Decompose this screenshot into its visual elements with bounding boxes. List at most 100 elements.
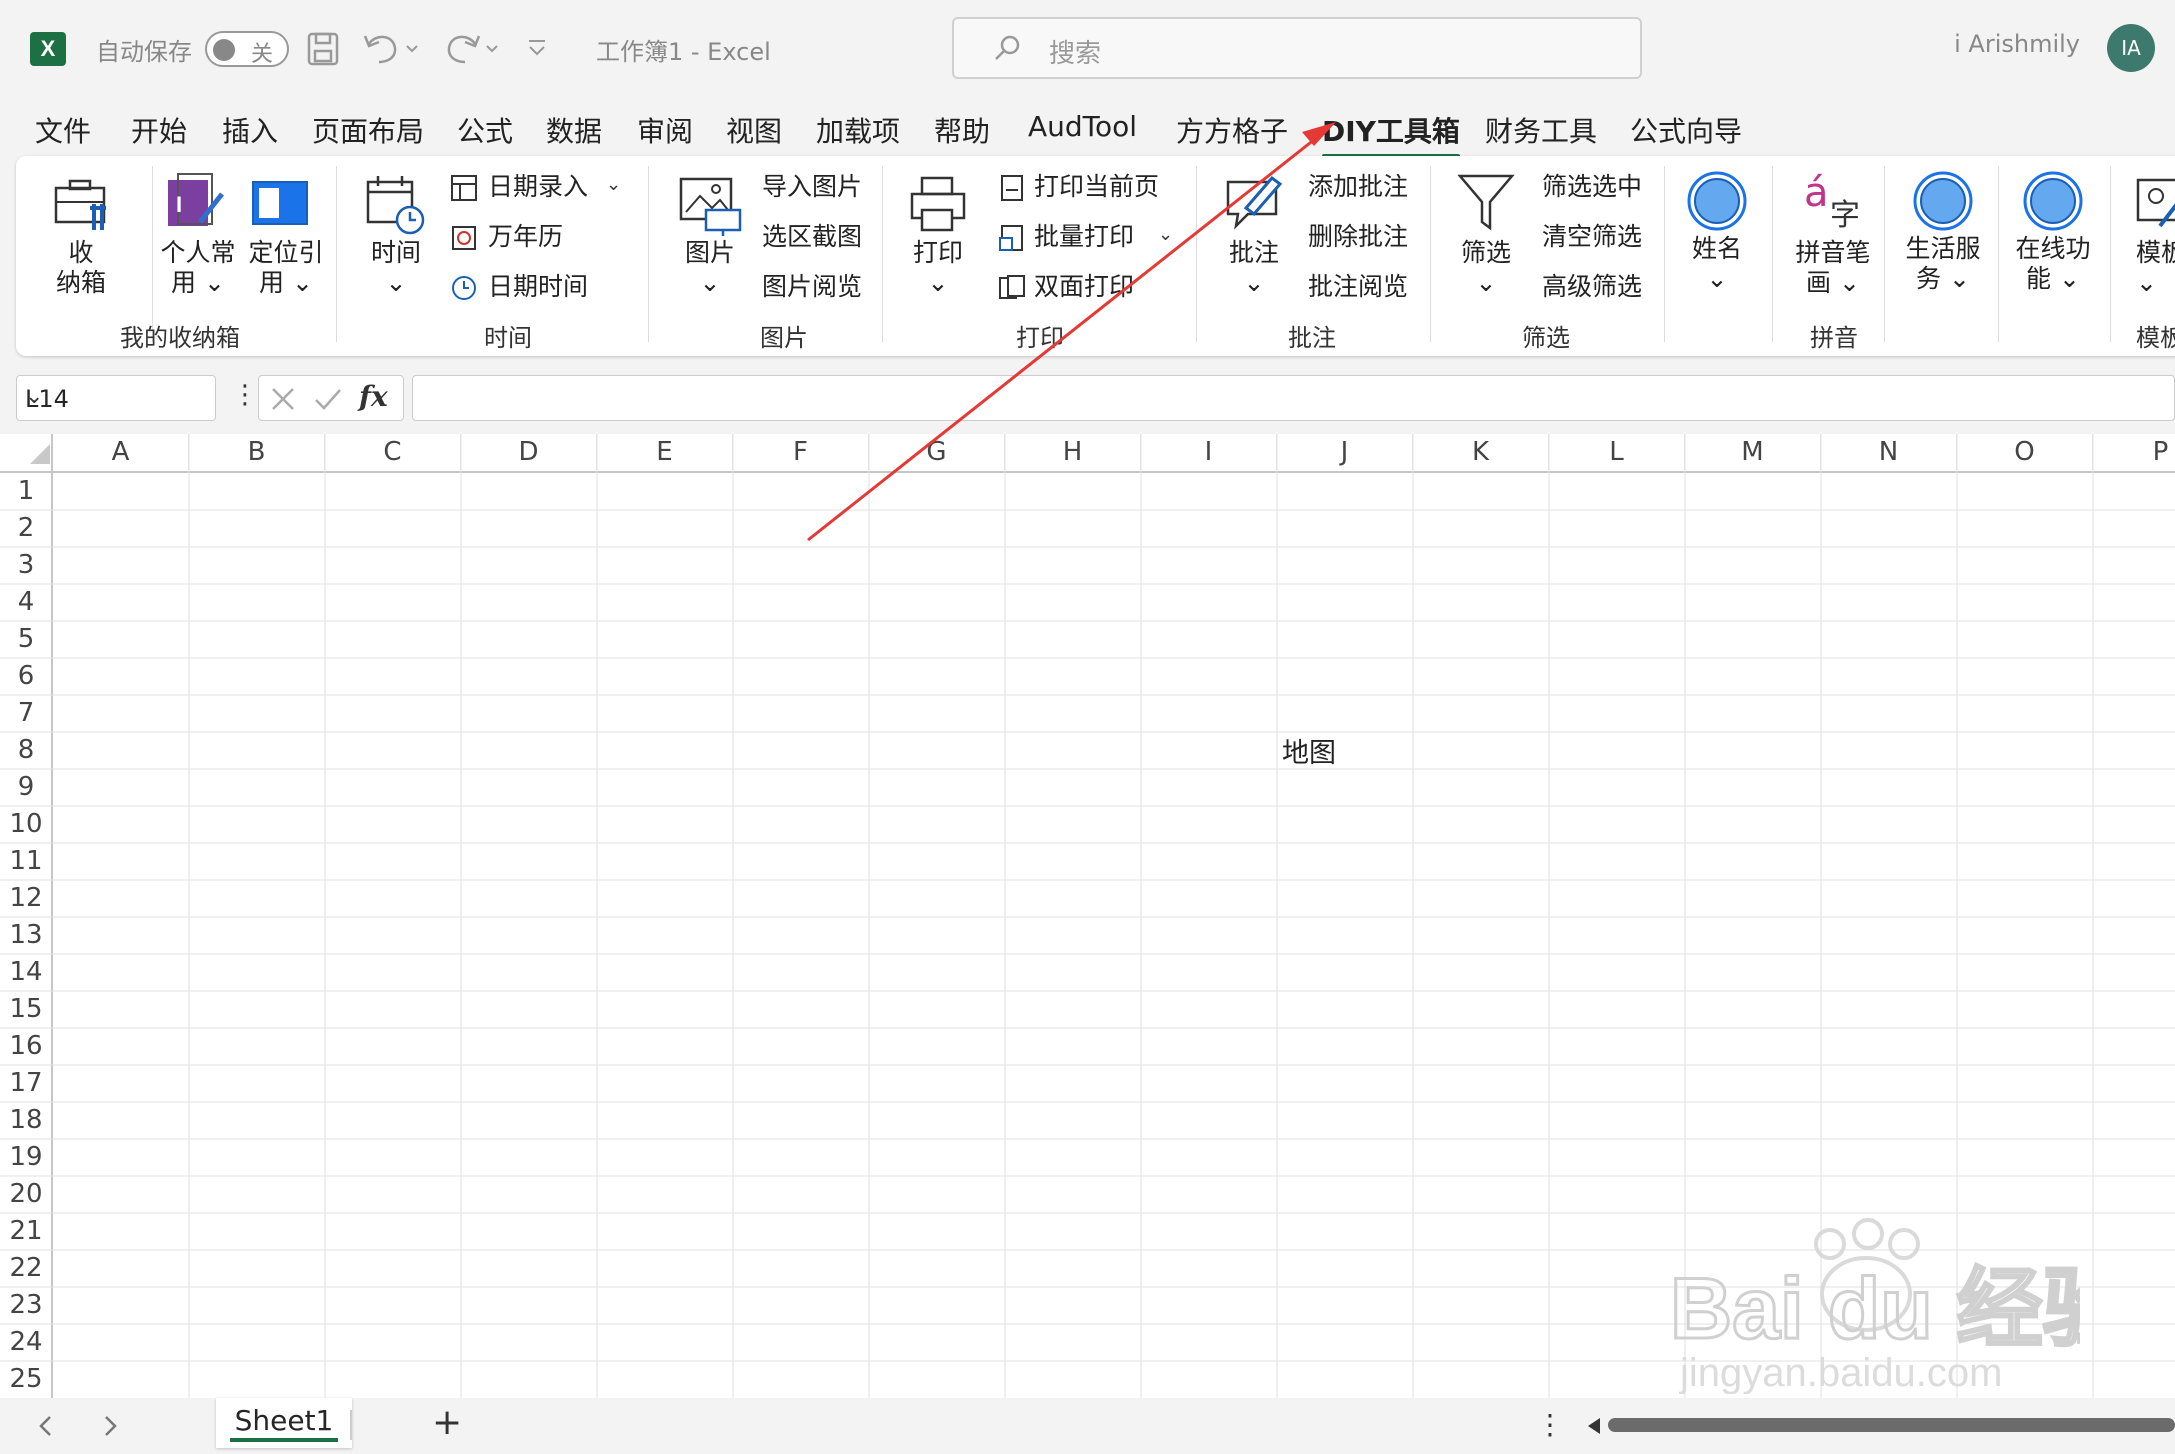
tab-audtool[interactable]: AudTool — [1028, 110, 1137, 143]
clear-filter-button[interactable]: 清空筛选 — [1542, 222, 1642, 252]
column-header-k[interactable]: K — [1413, 434, 1549, 470]
row-header[interactable]: 5 — [0, 624, 52, 654]
tab-diy-toolbox[interactable]: DIY工具箱 — [1322, 110, 1460, 158]
filter-button[interactable]: 筛选 ⌄ — [1456, 238, 1516, 298]
row-header[interactable]: 22 — [0, 1253, 52, 1283]
name-button[interactable]: 姓名 ⌄ — [1682, 234, 1752, 294]
redo-icon[interactable] — [443, 30, 499, 66]
prev-sheet-icon[interactable] — [36, 1414, 56, 1438]
column-header-c[interactable]: C — [325, 434, 461, 470]
column-header-i[interactable]: I — [1141, 434, 1277, 470]
print-current-page-button[interactable]: 打印当前页 — [1034, 172, 1159, 202]
delete-comment-button[interactable]: 删除批注 — [1308, 222, 1408, 252]
tab-formula-wizard[interactable]: 公式向导 — [1630, 110, 1742, 150]
row-header[interactable]: 6 — [0, 661, 52, 691]
tab-insert[interactable]: 插入 — [222, 110, 278, 150]
search-box[interactable]: 搜索 — [952, 17, 1642, 79]
column-header-f[interactable]: F — [733, 434, 869, 470]
row-header[interactable]: 11 — [0, 846, 52, 876]
row-header[interactable]: 1 — [0, 476, 52, 506]
row-header[interactable]: 8 — [0, 735, 52, 765]
undo-icon[interactable] — [363, 30, 419, 66]
scroll-left-icon[interactable] — [1586, 1416, 1604, 1436]
row-header[interactable]: 2 — [0, 513, 52, 543]
tab-data[interactable]: 数据 — [546, 110, 602, 150]
row-header[interactable]: 10 — [0, 809, 52, 839]
column-header-j[interactable]: J — [1277, 434, 1413, 470]
row-header[interactable]: 25 — [0, 1364, 52, 1394]
pinyin-strokes-button[interactable]: 拼音笔 画 ⌄ — [1786, 238, 1880, 298]
row-header[interactable]: 18 — [0, 1105, 52, 1135]
column-header-o[interactable]: O — [1957, 434, 2093, 470]
perpetual-calendar-button[interactable]: 万年历 — [488, 222, 563, 252]
column-header-p[interactable]: P — [2093, 434, 2175, 470]
column-header-n[interactable]: N — [1821, 434, 1957, 470]
life-services-button[interactable]: 生活服 务 ⌄ — [1896, 234, 1990, 294]
storage-btn1[interactable]: 收 纳箱 — [56, 238, 106, 298]
chevron-down-icon[interactable]: ⌄ — [606, 174, 621, 195]
row-header[interactable]: 13 — [0, 920, 52, 950]
add-sheet-button[interactable]: + — [432, 1402, 462, 1443]
filter-selected-button[interactable]: 筛选选中 — [1542, 172, 1642, 202]
row-header[interactable]: 16 — [0, 1031, 52, 1061]
template-button[interactable]: 模板 ⌄ — [2136, 238, 2175, 298]
sheet-tab-sheet1[interactable]: Sheet1 — [216, 1398, 352, 1448]
row-header[interactable]: 12 — [0, 883, 52, 913]
comment-viewer-button[interactable]: 批注阅览 — [1308, 272, 1408, 302]
advanced-filter-button[interactable]: 高级筛选 — [1542, 272, 1642, 302]
more-options-icon[interactable]: ⋮ — [232, 380, 258, 410]
cancel-icon[interactable] — [269, 386, 297, 412]
duplex-print-button[interactable]: 双面打印 — [1034, 272, 1134, 302]
picture-viewer-button[interactable]: 图片阅览 — [762, 272, 862, 302]
row-header[interactable]: 7 — [0, 698, 52, 728]
tab-finance-tools[interactable]: 财务工具 — [1485, 110, 1597, 150]
column-header-b[interactable]: B — [189, 434, 325, 470]
picture-button[interactable]: 图片 ⌄ — [680, 238, 740, 298]
row-header[interactable]: 19 — [0, 1142, 52, 1172]
column-header-l[interactable]: L — [1549, 434, 1685, 470]
more-options-icon[interactable]: ⋮ — [1536, 1408, 1564, 1441]
column-header-h[interactable]: H — [1005, 434, 1141, 470]
comment-button[interactable]: 批注 ⌄ — [1224, 238, 1284, 298]
column-header-a[interactable]: A — [53, 434, 189, 470]
horizontal-scrollbar[interactable] — [1608, 1418, 2175, 1432]
user-name[interactable]: i Arishmily — [1954, 30, 2080, 58]
avatar[interactable]: IA — [2107, 24, 2155, 72]
print-button[interactable]: 打印 ⌄ — [908, 238, 968, 298]
column-header-m[interactable]: M — [1685, 434, 1821, 470]
tab-view[interactable]: 视图 — [726, 110, 782, 150]
row-header[interactable]: 20 — [0, 1179, 52, 1209]
tab-formulas[interactable]: 公式 — [457, 110, 513, 150]
row-header[interactable]: 4 — [0, 587, 52, 617]
formula-input[interactable] — [412, 375, 2175, 421]
save-icon[interactable] — [307, 32, 339, 66]
online-functions-button[interactable]: 在线功 能 ⌄ — [2006, 234, 2100, 294]
tab-file[interactable]: 文件 — [35, 110, 91, 150]
tab-page-layout[interactable]: 页面布局 — [312, 110, 424, 150]
row-header[interactable]: 17 — [0, 1068, 52, 1098]
tab-home[interactable]: 开始 — [131, 110, 187, 150]
locate-reference-button[interactable]: 定位引 用 ⌄ — [240, 238, 332, 298]
time-button[interactable]: 时间 ⌄ — [366, 238, 426, 298]
add-comment-button[interactable]: 添加批注 — [1308, 172, 1408, 202]
batch-print-button[interactable]: 批量打印 — [1034, 222, 1134, 252]
insert-function-icon[interactable]: fx — [359, 380, 388, 413]
tab-ffgz[interactable]: 方方格子 — [1176, 110, 1288, 150]
personal-common-button[interactable]: 个人常 用 ⌄ — [152, 238, 244, 298]
row-header[interactable]: 24 — [0, 1327, 52, 1357]
row-header[interactable]: 9 — [0, 772, 52, 802]
autosave-toggle[interactable]: 关 — [205, 31, 289, 67]
column-header-e[interactable]: E — [597, 434, 733, 470]
worksheet-grid[interactable]: A B C D E F G H I J K L M N O P 1 2 3 4 … — [0, 434, 2175, 1398]
row-header[interactable]: 14 — [0, 957, 52, 987]
row-header[interactable]: 23 — [0, 1290, 52, 1320]
cell-j8[interactable]: 地图 — [1282, 731, 1336, 770]
customize-toolbar-icon[interactable] — [526, 38, 548, 58]
import-picture-button[interactable]: 导入图片 — [762, 172, 862, 202]
row-header[interactable]: 15 — [0, 994, 52, 1024]
date-time-button[interactable]: 日期时间 — [488, 272, 588, 302]
row-header[interactable]: 3 — [0, 550, 52, 580]
name-box[interactable]: L14 ⌄ — [16, 375, 216, 421]
tab-review[interactable]: 审阅 — [637, 110, 693, 150]
date-entry-button[interactable]: 日期录入 — [488, 172, 588, 202]
